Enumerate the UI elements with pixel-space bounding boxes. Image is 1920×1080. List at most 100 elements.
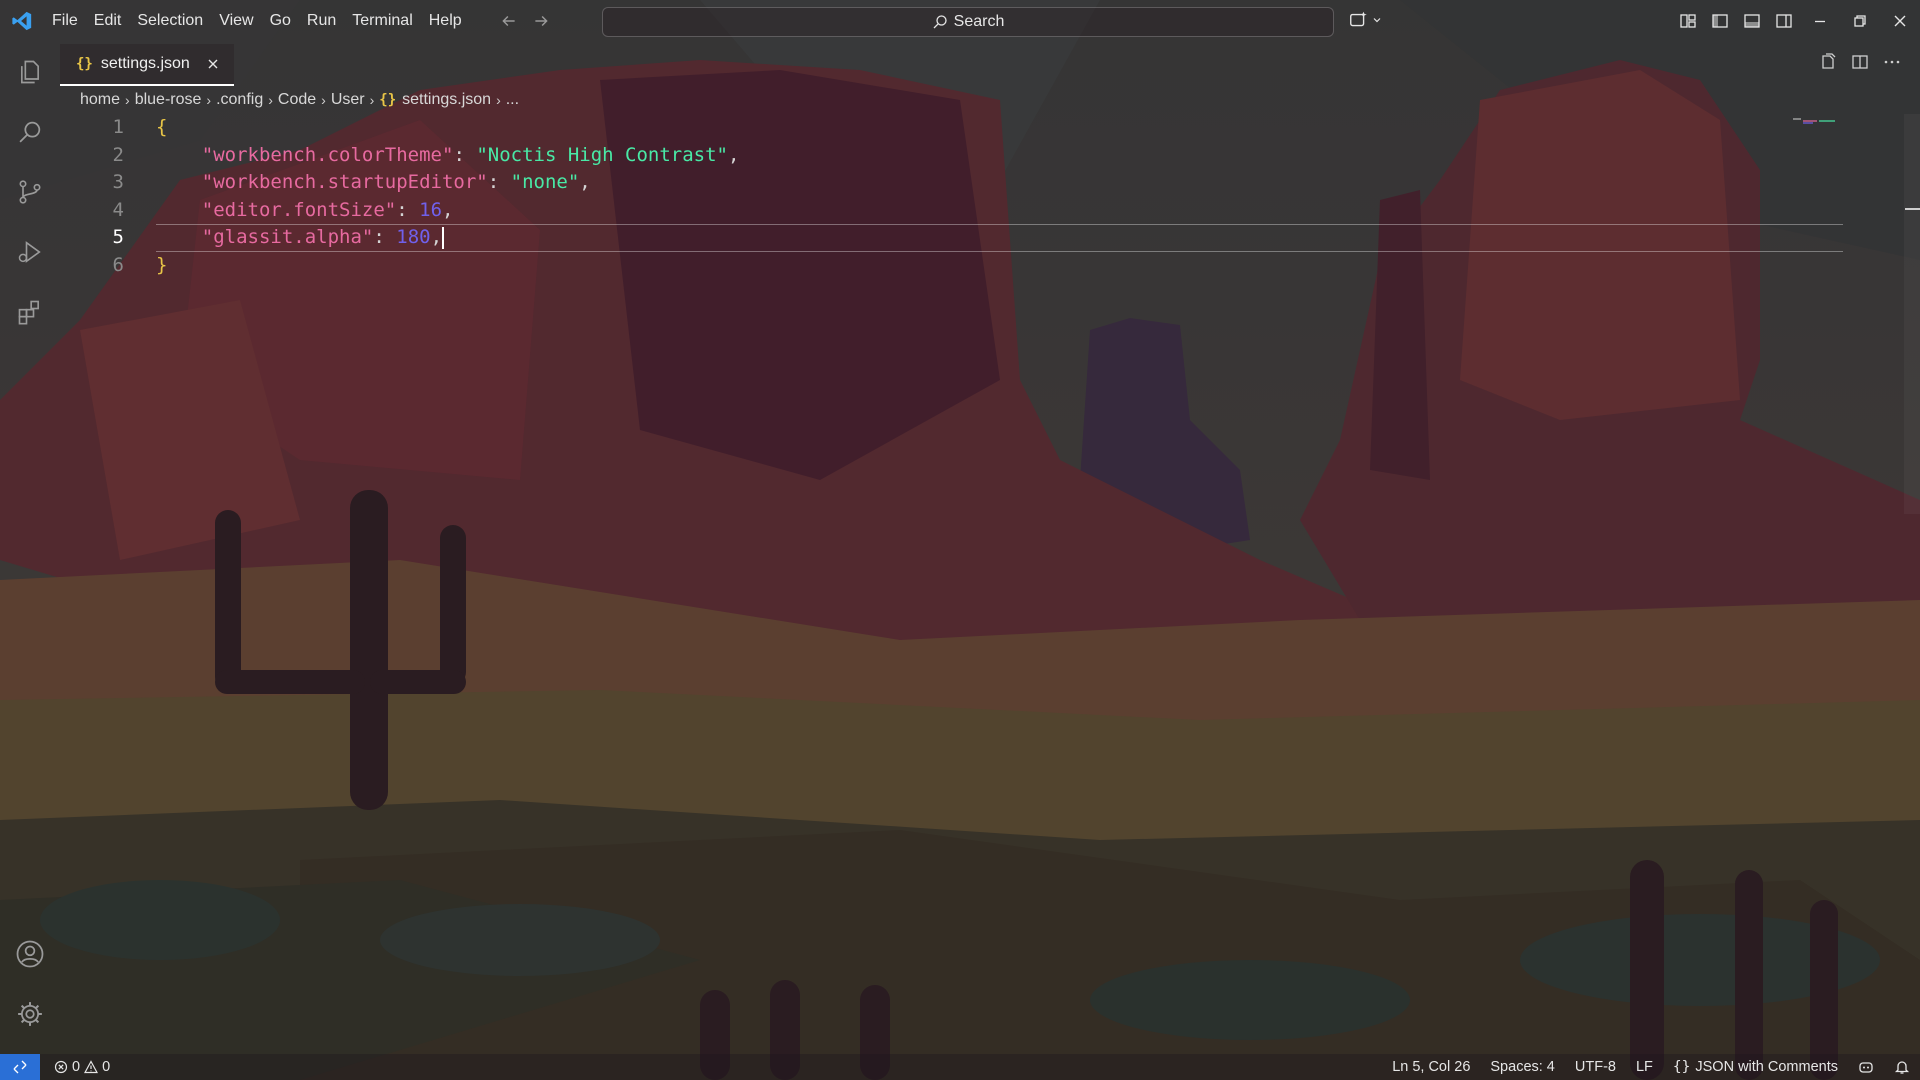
line-number: 6 xyxy=(112,253,124,276)
menu-go[interactable]: Go xyxy=(262,0,299,42)
json-file-icon: {} xyxy=(379,92,397,108)
split-editor-icon[interactable] xyxy=(1850,52,1870,72)
toggle-secondary-sidebar-icon[interactable] xyxy=(1768,0,1800,42)
chevron-right-icon: › xyxy=(496,92,501,108)
arrow-right-icon[interactable] xyxy=(532,12,550,30)
breadcrumb-item-config[interactable]: .config xyxy=(216,91,263,109)
restore-icon[interactable] xyxy=(1840,0,1880,42)
chevron-down-icon xyxy=(1373,18,1381,23)
breadcrumb: home › blue-rose › .config › Code › User… xyxy=(80,88,519,112)
arrow-left-icon[interactable] xyxy=(500,12,518,30)
breadcrumb-item-blue-rose[interactable]: blue-rose xyxy=(135,91,202,109)
json-colon: : xyxy=(373,226,397,248)
minimize-icon[interactable] xyxy=(1800,0,1840,42)
code-line: 6 } xyxy=(60,252,1900,280)
json-key: "editor.fontSize" xyxy=(201,198,397,221)
cursor-position-marker xyxy=(1905,208,1920,210)
customize-layout-icon[interactable] xyxy=(1672,0,1704,42)
text-cursor xyxy=(442,226,445,249)
json-string-value: "Noctis High Contrast" xyxy=(476,143,728,166)
editor-scrollbar[interactable] xyxy=(1904,114,1920,514)
accounts-icon[interactable] xyxy=(0,924,60,984)
code-line: 4 "editor.fontSize": 16, xyxy=(60,197,1900,225)
json-key: "workbench.colorTheme" xyxy=(201,143,454,166)
json-comma: , xyxy=(442,198,454,221)
command-center-search[interactable]: Search xyxy=(602,7,1334,37)
tab-label: settings.json xyxy=(100,55,190,72)
problems-indicator[interactable]: 0 0 xyxy=(54,1059,110,1075)
explorer-icon[interactable] xyxy=(0,42,60,102)
chevron-right-icon: › xyxy=(125,92,130,108)
editor-tabs: {} settings.json xyxy=(60,44,234,86)
breadcrumb-item-user[interactable]: User xyxy=(331,91,365,109)
source-control-icon[interactable] xyxy=(0,162,60,222)
extensions-icon[interactable] xyxy=(0,282,60,342)
code-line: 1 { xyxy=(60,114,1900,142)
close-icon[interactable] xyxy=(1880,0,1920,42)
copilot-status-icon[interactable] xyxy=(1848,1059,1884,1075)
vscode-logo-icon[interactable] xyxy=(0,0,44,42)
window-controls xyxy=(1672,0,1920,42)
json-comma: , xyxy=(579,171,591,193)
error-icon xyxy=(54,1060,68,1074)
close-tab-icon[interactable] xyxy=(206,57,220,71)
minimap[interactable] xyxy=(1793,118,1843,124)
line-number: 4 xyxy=(112,198,124,221)
cursor-position[interactable]: Ln 5, Col 26 xyxy=(1382,1059,1480,1075)
run-debug-icon[interactable] xyxy=(0,222,60,282)
warning-count: 0 xyxy=(102,1059,111,1075)
json-language-icon: {} xyxy=(1672,1059,1691,1075)
menu-run[interactable]: Run xyxy=(299,0,344,42)
editor-actions xyxy=(1818,52,1902,72)
end-of-line[interactable]: LF xyxy=(1626,1059,1663,1075)
encoding[interactable]: UTF-8 xyxy=(1565,1059,1626,1075)
tab-settings-json[interactable]: {} settings.json xyxy=(60,44,234,86)
error-count: 0 xyxy=(72,1059,81,1075)
copilot-icon xyxy=(1350,11,1367,27)
open-brace: { xyxy=(156,116,168,138)
copilot-button[interactable] xyxy=(1348,9,1382,31)
breadcrumb-more[interactable]: ... xyxy=(506,91,519,109)
menu-edit[interactable]: Edit xyxy=(86,0,130,42)
toggle-primary-sidebar-icon[interactable] xyxy=(1704,0,1736,42)
code-line: 3 "workbench.startupEditor": "none", xyxy=(60,169,1900,197)
breadcrumb-item-code[interactable]: Code xyxy=(278,91,316,109)
remote-indicator[interactable] xyxy=(0,1054,40,1080)
line-number: 1 xyxy=(112,116,124,138)
status-bar: 0 0 Ln 5, Col 26 Spaces: 4 UTF-8 LF {} J… xyxy=(0,1054,1920,1080)
activity-bar-bottom xyxy=(0,924,60,1044)
search-label: Search xyxy=(953,13,1005,30)
menu-file[interactable]: File xyxy=(44,0,86,42)
open-settings-ui-icon[interactable] xyxy=(1818,52,1838,72)
line-number: 3 xyxy=(112,171,124,193)
activity-bar xyxy=(0,42,60,1054)
manage-gear-icon[interactable] xyxy=(0,984,60,1044)
toggle-panel-icon[interactable] xyxy=(1736,0,1768,42)
notifications-bell-icon[interactable] xyxy=(1884,1059,1920,1075)
title-bar: File Edit Selection View Go Run Terminal… xyxy=(0,0,1920,42)
json-key: "workbench.startupEditor" xyxy=(201,171,488,193)
navigation-arrows xyxy=(500,12,550,30)
breadcrumb-item-home[interactable]: home xyxy=(80,91,120,109)
breadcrumb-item-file[interactable]: settings.json xyxy=(402,91,491,109)
line-number: 2 xyxy=(112,143,124,166)
json-comma: , xyxy=(430,226,443,248)
json-colon: : xyxy=(487,171,511,193)
menu-help[interactable]: Help xyxy=(421,0,470,42)
search-icon[interactable] xyxy=(0,102,60,162)
code-editor[interactable]: 1 { 2 "workbench.colorTheme": "Noctis Hi… xyxy=(60,114,1900,1014)
more-actions-icon[interactable] xyxy=(1882,52,1902,72)
menu-terminal[interactable]: Terminal xyxy=(344,0,420,42)
language-mode[interactable]: {} JSON with Comments xyxy=(1663,1059,1848,1075)
menu-selection[interactable]: Selection xyxy=(129,0,211,42)
json-colon: : xyxy=(396,198,420,221)
search-icon xyxy=(933,15,947,29)
chevron-right-icon: › xyxy=(369,92,375,108)
chevron-right-icon: › xyxy=(206,92,212,108)
menu-view[interactable]: View xyxy=(211,0,261,42)
json-file-icon: {} xyxy=(76,56,93,72)
indentation[interactable]: Spaces: 4 xyxy=(1480,1059,1565,1075)
json-key: "glassit.alpha" xyxy=(201,226,374,248)
code-line: 2 "workbench.colorTheme": "Noctis High C… xyxy=(60,142,1900,170)
line-number: 5 xyxy=(112,226,124,248)
